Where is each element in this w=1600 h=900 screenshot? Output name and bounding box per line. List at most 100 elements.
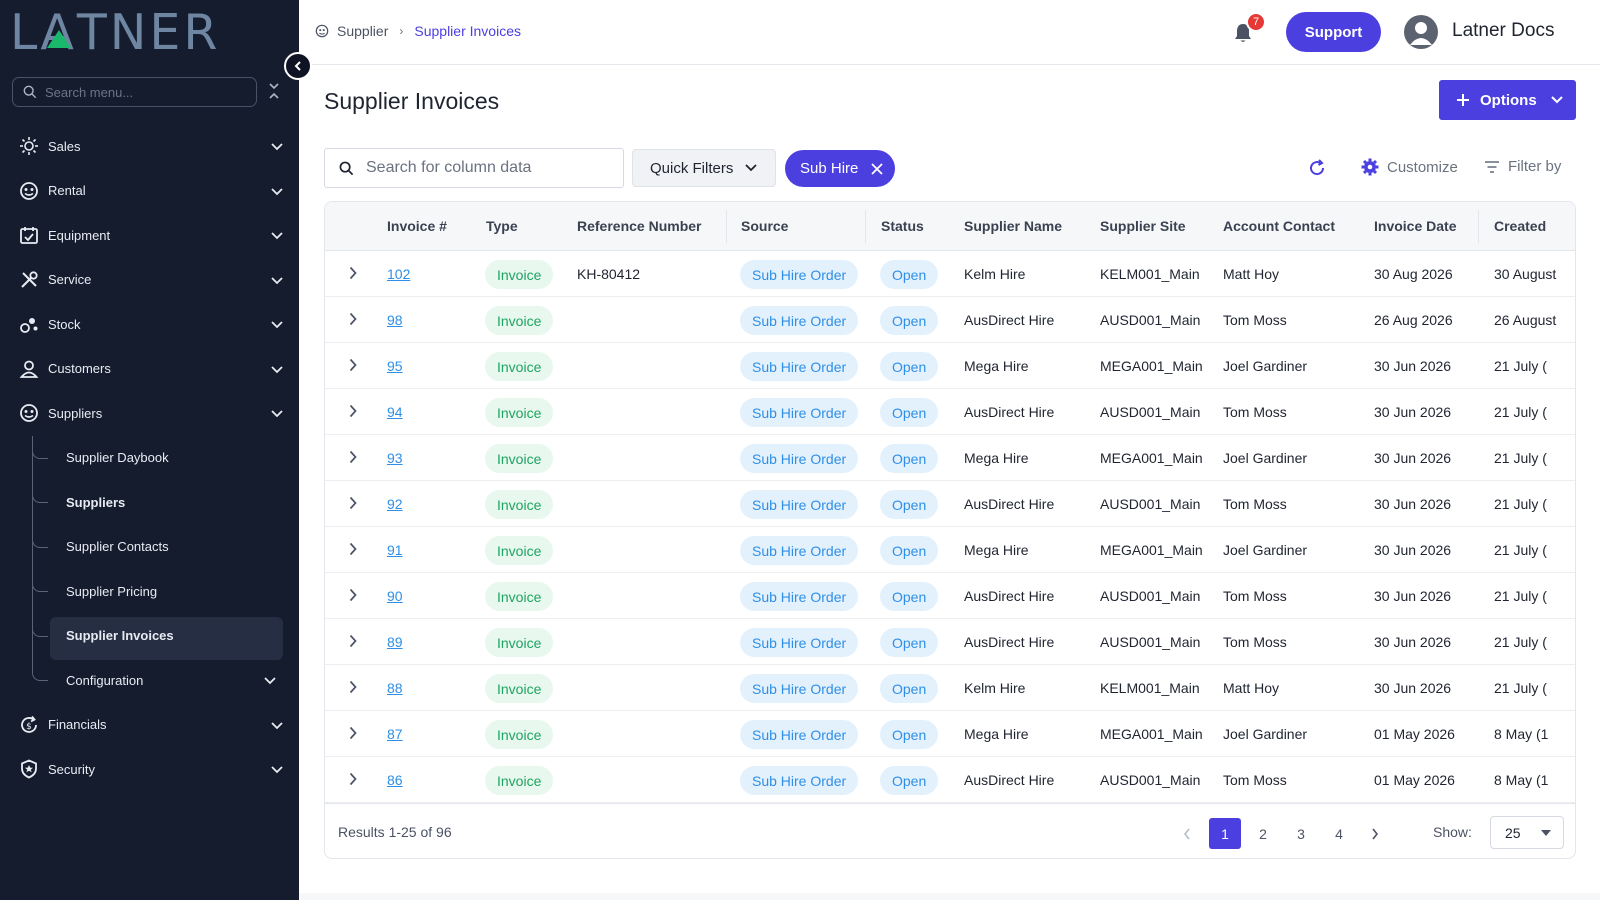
sidebar-collapse-button[interactable] [284, 52, 312, 80]
options-button[interactable]: Options [1439, 80, 1576, 120]
close-icon[interactable] [871, 162, 883, 175]
invoice-number-link[interactable]: 90 [387, 588, 403, 604]
page-button-2[interactable]: 2 [1247, 818, 1279, 849]
table-row[interactable]: 102 Invoice KH-80412 Sub Hire Order Open Kelm… [325, 251, 1575, 297]
chevron-right-icon[interactable] [349, 588, 357, 607]
table-row[interactable]: 90 Invoice Sub Hire Order Open AusDirect Hir… [325, 573, 1575, 619]
latner-logo[interactable]: LA TNER [10, 8, 220, 57]
quick-filters-button[interactable]: Quick Filters [632, 149, 776, 187]
table-row[interactable]: 95 Invoice Sub Hire Order Open Mega Hire MEGA… [325, 343, 1575, 389]
table-row[interactable]: 86 Invoice Sub Hire Order Open AusDirect Hir… [325, 757, 1575, 803]
invoice-number-link[interactable]: 102 [387, 266, 410, 282]
table-row[interactable]: 92 Invoice Sub Hire Order Open AusDirect Hir… [325, 481, 1575, 527]
supplier-site: KELM001_Main [1100, 680, 1200, 696]
table-row[interactable]: 88 Invoice Sub Hire Order Open Kelm Hire KELM… [325, 665, 1575, 711]
table-row[interactable]: 91 Invoice Sub Hire Order Open Mega Hire MEGA… [325, 527, 1575, 573]
page-button-4[interactable]: 4 [1323, 818, 1355, 849]
created-date: 21 July ( [1494, 680, 1547, 696]
invoice-number-link[interactable]: 95 [387, 358, 403, 374]
supplier-name: Kelm Hire [964, 680, 1026, 696]
prev-page-button[interactable] [1171, 818, 1203, 849]
chevron-right-icon[interactable] [349, 450, 357, 469]
table-row[interactable]: 93 Invoice Sub Hire Order Open Mega Hire MEGA… [325, 435, 1575, 481]
filter-by-button[interactable]: Filter by [1484, 158, 1561, 175]
invoice-number-link[interactable]: 88 [387, 680, 403, 696]
invoice-number-link[interactable]: 93 [387, 450, 403, 466]
sidebar-item-financials[interactable]: $ Financials [0, 703, 299, 748]
table-search[interactable] [324, 148, 624, 188]
column-header-type[interactable]: Type [486, 218, 518, 234]
tree-branch [32, 569, 48, 592]
chevron-right-icon[interactable] [349, 542, 357, 561]
filter-chip-sub-hire[interactable]: Sub Hire [785, 150, 895, 187]
sidebar-search-input[interactable] [45, 84, 235, 100]
next-page-button[interactable] [1359, 818, 1391, 849]
table-row[interactable]: 98 Invoice Sub Hire Order Open AusDirect Hir… [325, 297, 1575, 343]
breadcrumb-separator: › [399, 24, 404, 38]
sidebar-search[interactable] [12, 77, 257, 107]
submenu-item-configuration[interactable]: Configuration [0, 658, 299, 703]
submenu-item-supplier-contacts[interactable]: Supplier Contacts [0, 524, 299, 569]
type-badge: Invoice [485, 444, 554, 473]
created-date: 26 August [1494, 312, 1557, 328]
invoice-number-link[interactable]: 94 [387, 404, 403, 420]
sidebar-item-suppliers[interactable]: Suppliers [0, 391, 299, 436]
submenu-item-supplier-pricing[interactable]: Supplier Pricing [0, 569, 299, 614]
invoice-number-link[interactable]: 92 [387, 496, 403, 512]
table-row[interactable]: 87 Invoice Sub Hire Order Open Mega Hire MEGA… [325, 711, 1575, 757]
tree-branch [32, 658, 48, 681]
column-header-reference-number[interactable]: Reference Number [577, 218, 702, 234]
page-size-select[interactable]: 25 [1490, 816, 1564, 849]
sidebar-item-customers[interactable]: Customers [0, 347, 299, 392]
page-button-3[interactable]: 3 [1285, 818, 1317, 849]
column-header-status[interactable]: Status [881, 218, 924, 234]
invoice-number-link[interactable]: 87 [387, 726, 403, 742]
column-header-account-contact[interactable]: Account Contact [1223, 218, 1335, 234]
submenu-item-supplier-invoices[interactable]: Supplier Invoices [0, 613, 299, 659]
sidebar-item-equipment[interactable]: Equipment [0, 213, 299, 258]
column-header-supplier-site[interactable]: Supplier Site [1100, 218, 1186, 234]
table-search-input[interactable] [366, 159, 606, 177]
user-name[interactable]: Latner Docs [1452, 20, 1554, 42]
table-row[interactable]: 94 Invoice Sub Hire Order Open AusDirect Hir… [325, 389, 1575, 435]
column-header-source[interactable]: Source [741, 218, 788, 234]
chevron-right-icon[interactable] [349, 496, 357, 515]
supplier-submenu: Supplier Daybook Suppliers Supplier Contac… [0, 435, 299, 703]
column-header-invoice-date[interactable]: Invoice Date [1374, 218, 1456, 234]
breadcrumb-supplier[interactable]: Supplier [337, 23, 388, 39]
chevron-right-icon[interactable] [349, 726, 357, 745]
source-badge: Sub Hire Order [740, 720, 859, 749]
chevron-right-icon[interactable] [349, 358, 357, 377]
sidebar-item-rental[interactable]: Rental [0, 169, 299, 214]
column-header-supplier-name[interactable]: Supplier Name [964, 218, 1062, 234]
sidebar-nav: Sales Rental Equipment Service Stock Customer… [0, 124, 299, 792]
chevron-right-icon[interactable] [349, 634, 357, 653]
invoice-number-link[interactable]: 86 [387, 772, 403, 788]
chevron-right-icon[interactable] [349, 266, 357, 285]
chevron-right-icon[interactable] [349, 312, 357, 331]
column-header-created[interactable]: Created [1494, 218, 1546, 234]
column-header-invoice[interactable]: Invoice # [387, 218, 447, 234]
invoice-number-link[interactable]: 91 [387, 542, 403, 558]
page-button-1[interactable]: 1 [1209, 818, 1241, 849]
table-row[interactable]: 89 Invoice Sub Hire Order Open AusDirect Hir… [325, 619, 1575, 665]
avatar[interactable] [1404, 15, 1438, 49]
submenu-item-suppliers[interactable]: Suppliers [0, 480, 299, 525]
created-date: 21 July ( [1494, 542, 1547, 558]
chevron-right-icon[interactable] [349, 680, 357, 699]
customize-button[interactable]: Customize [1361, 158, 1458, 176]
sidebar-item-security[interactable]: Security [0, 747, 299, 792]
svg-text:$: $ [26, 722, 32, 732]
chevron-right-icon[interactable] [349, 772, 357, 791]
sidebar-item-stock[interactable]: Stock [0, 302, 299, 347]
collapse-all-icon[interactable] [268, 82, 280, 105]
invoice-number-link[interactable]: 89 [387, 634, 403, 650]
chevron-right-icon[interactable] [349, 404, 357, 423]
sidebar-item-sales[interactable]: Sales [0, 124, 299, 169]
submenu-item-supplier-daybook[interactable]: Supplier Daybook [0, 435, 299, 480]
breadcrumb-current[interactable]: Supplier Invoices [414, 23, 521, 39]
sidebar-item-service[interactable]: Service [0, 258, 299, 303]
invoice-number-link[interactable]: 98 [387, 312, 403, 328]
refresh-button[interactable] [1307, 158, 1327, 183]
support-button[interactable]: Support [1286, 12, 1381, 52]
